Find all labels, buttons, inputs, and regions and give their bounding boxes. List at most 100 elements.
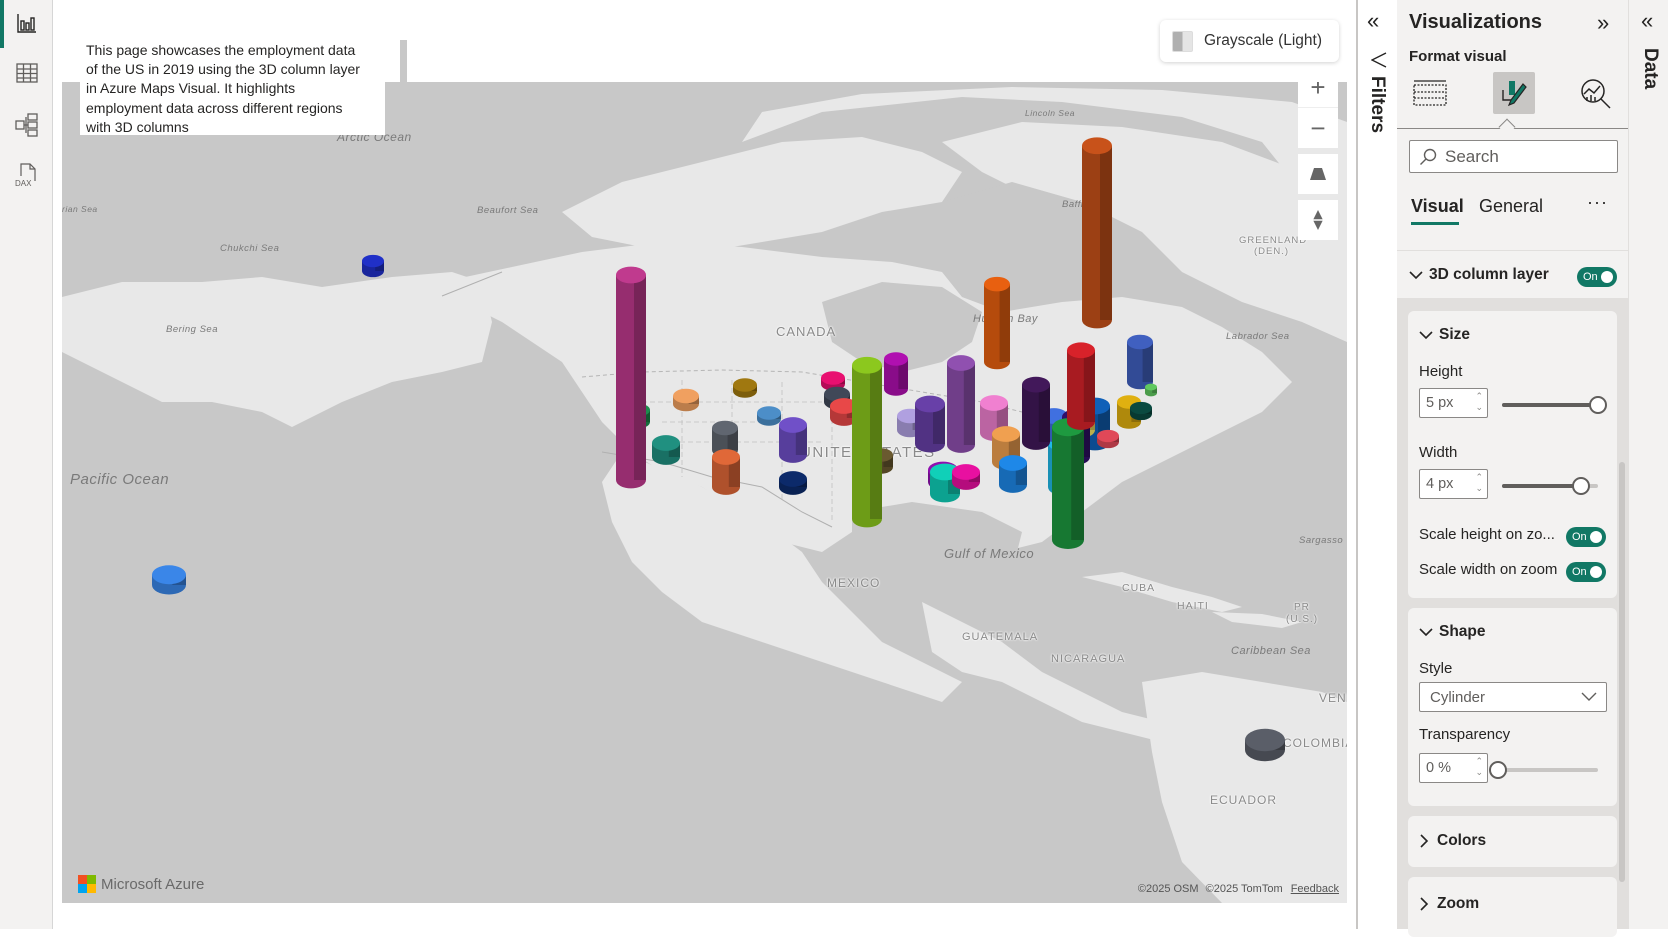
column-florida[interactable] bbox=[1052, 418, 1084, 549]
scale-width-on-zoom-label: Scale width on zoom bbox=[1419, 561, 1558, 578]
scale-width-on-zoom-toggle[interactable]: On bbox=[1566, 562, 1606, 582]
width-input[interactable]: 4 px ⌃ ⌄ bbox=[1419, 469, 1488, 499]
3d-column-layer-header[interactable]: 3D column layer bbox=[1409, 266, 1549, 284]
column-arizona-a[interactable] bbox=[652, 435, 680, 465]
column-oregon-a[interactable] bbox=[673, 388, 699, 412]
map-style-picker-button[interactable]: Grayscale (Light) bbox=[1160, 20, 1339, 62]
spin-arrows-icon[interactable]: ⌃ ⌄ bbox=[1475, 472, 1483, 494]
column-kansas-a[interactable] bbox=[757, 406, 781, 426]
width-slider[interactable] bbox=[1502, 477, 1598, 495]
size-card: Size Height 5 px ⌃ ⌄ Width 4 px ⌃ ⌄ Scale he… bbox=[1408, 311, 1617, 598]
analytics-icon bbox=[1581, 79, 1611, 109]
report-canvas: Arctic Ocean Pacific Ocean Chukchi Sea B… bbox=[53, 0, 1356, 929]
width-label: Width bbox=[1419, 444, 1458, 461]
column-illinois[interactable] bbox=[947, 355, 975, 453]
expand-filters-icon[interactable]: « bbox=[1367, 8, 1379, 34]
column-ia[interactable] bbox=[884, 352, 908, 396]
tab-visual[interactable]: Visual bbox=[1411, 196, 1464, 217]
analytics-button[interactable] bbox=[1575, 72, 1617, 114]
column-alaska[interactable] bbox=[362, 254, 384, 278]
size-section-header[interactable]: Size bbox=[1419, 326, 1470, 344]
filters-pane[interactable]: « Filters bbox=[1358, 0, 1397, 929]
shape-section-header[interactable]: Shape bbox=[1419, 623, 1486, 641]
height-slider-fill bbox=[1502, 403, 1598, 407]
column-tn[interactable] bbox=[999, 455, 1027, 493]
more-options-button[interactable]: ··· bbox=[1587, 192, 1608, 213]
table-view-button[interactable] bbox=[12, 58, 42, 88]
model-diagram-icon bbox=[15, 113, 38, 137]
active-indicator bbox=[0, 0, 4, 48]
column-ct[interactable] bbox=[1130, 401, 1152, 421]
expand-data-icon[interactable]: « bbox=[1641, 8, 1653, 34]
column-michigan[interactable] bbox=[984, 276, 1010, 370]
column-al-b[interactable] bbox=[952, 464, 980, 490]
build-visual-button[interactable] bbox=[1409, 72, 1451, 114]
map-style-label: Grayscale (Light) bbox=[1204, 32, 1323, 49]
zoom-out-button[interactable]: − bbox=[1298, 108, 1338, 148]
collapse-visualizations-icon[interactable]: » bbox=[1597, 10, 1609, 36]
toggle-label: On bbox=[1572, 531, 1587, 543]
height-slider[interactable] bbox=[1502, 396, 1607, 414]
style-dropdown[interactable]: Cylinder bbox=[1419, 682, 1607, 712]
width-slider-thumb[interactable] bbox=[1571, 477, 1590, 495]
scale-height-on-zoom-toggle[interactable]: On bbox=[1566, 527, 1606, 547]
column-california[interactable] bbox=[616, 266, 646, 489]
column-me[interactable] bbox=[1145, 383, 1157, 397]
format-visual-button[interactable] bbox=[1493, 72, 1535, 114]
column-nm[interactable] bbox=[779, 471, 807, 495]
tab-general[interactable]: General bbox=[1479, 196, 1543, 217]
azure-map[interactable]: Arctic Ocean Pacific Ocean Chukchi Sea B… bbox=[62, 82, 1347, 903]
3d-column-layer-toggle[interactable]: On bbox=[1577, 267, 1617, 287]
column-colorado-b[interactable] bbox=[712, 449, 740, 495]
height-slider-thumb[interactable] bbox=[1589, 396, 1607, 414]
colors-section-header[interactable]: Colors bbox=[1419, 832, 1486, 850]
chevron-down-icon bbox=[1419, 628, 1433, 637]
section-divider bbox=[1397, 250, 1628, 251]
format-options-scroll-area: Size Height 5 px ⌃ ⌄ Width 4 px ⌃ ⌄ Scale he… bbox=[1397, 298, 1628, 937]
feedback-link[interactable]: Feedback bbox=[1291, 883, 1339, 895]
search-input[interactable]: Search bbox=[1409, 140, 1618, 173]
column-ma[interactable] bbox=[1127, 334, 1153, 390]
height-input[interactable]: 5 px ⌃ ⌄ bbox=[1419, 388, 1488, 418]
toggle-knob bbox=[1590, 531, 1602, 543]
format-visual-label: Format visual bbox=[1409, 48, 1507, 65]
dax-file-icon: DAX bbox=[15, 163, 36, 188]
bar-chart-icon bbox=[17, 14, 36, 33]
column-texas[interactable] bbox=[852, 356, 882, 528]
spin-arrows-icon[interactable]: ⌃ ⌄ bbox=[1475, 756, 1483, 778]
textbox-scrollbar[interactable] bbox=[400, 40, 407, 130]
toggle-knob bbox=[1601, 271, 1613, 283]
column-de[interactable] bbox=[1097, 429, 1119, 449]
pitch-button[interactable] bbox=[1298, 154, 1338, 194]
chevron-down-icon bbox=[1581, 692, 1597, 701]
zoom-card: Zoom bbox=[1408, 877, 1617, 937]
report-view-button[interactable] bbox=[12, 8, 42, 38]
style-value: Cylinder bbox=[1430, 689, 1486, 706]
data-pane[interactable]: « Data bbox=[1628, 0, 1668, 929]
compass-button[interactable] bbox=[1298, 200, 1338, 240]
format-pane-scrollbar[interactable] bbox=[1619, 462, 1625, 882]
column-kansas-b[interactable] bbox=[779, 417, 807, 463]
colors-label: Colors bbox=[1437, 832, 1487, 849]
column-ohio[interactable] bbox=[1022, 376, 1050, 450]
scale-height-on-zoom-label: Scale height on zo... bbox=[1419, 526, 1555, 543]
zoom-section-header[interactable]: Zoom bbox=[1419, 895, 1479, 913]
spin-arrows-icon[interactable]: ⌃ ⌄ bbox=[1475, 391, 1483, 413]
dax-query-view-button[interactable]: DAX bbox=[12, 160, 42, 190]
height-value: 5 px bbox=[1426, 395, 1454, 411]
visualizations-title: Visualizations bbox=[1409, 11, 1543, 33]
transparency-slider[interactable] bbox=[1489, 761, 1598, 779]
3d-column-layer bbox=[152, 137, 1285, 762]
column-pennsylvania[interactable] bbox=[1067, 342, 1095, 430]
column-hawaii[interactable] bbox=[152, 565, 186, 595]
transparency-input[interactable]: 0 % ⌃ ⌄ bbox=[1419, 753, 1488, 783]
column-la-a[interactable] bbox=[915, 395, 945, 453]
width-slider-fill bbox=[1502, 484, 1581, 488]
zoom-in-button[interactable]: + bbox=[1298, 82, 1338, 108]
transparency-slider-thumb[interactable] bbox=[1489, 761, 1507, 779]
chevron-down-icon bbox=[1409, 271, 1423, 280]
column-utah[interactable] bbox=[733, 378, 757, 398]
column-new-york[interactable] bbox=[1082, 137, 1112, 329]
column-colombia[interactable] bbox=[1245, 728, 1285, 762]
model-view-button[interactable] bbox=[12, 110, 42, 140]
